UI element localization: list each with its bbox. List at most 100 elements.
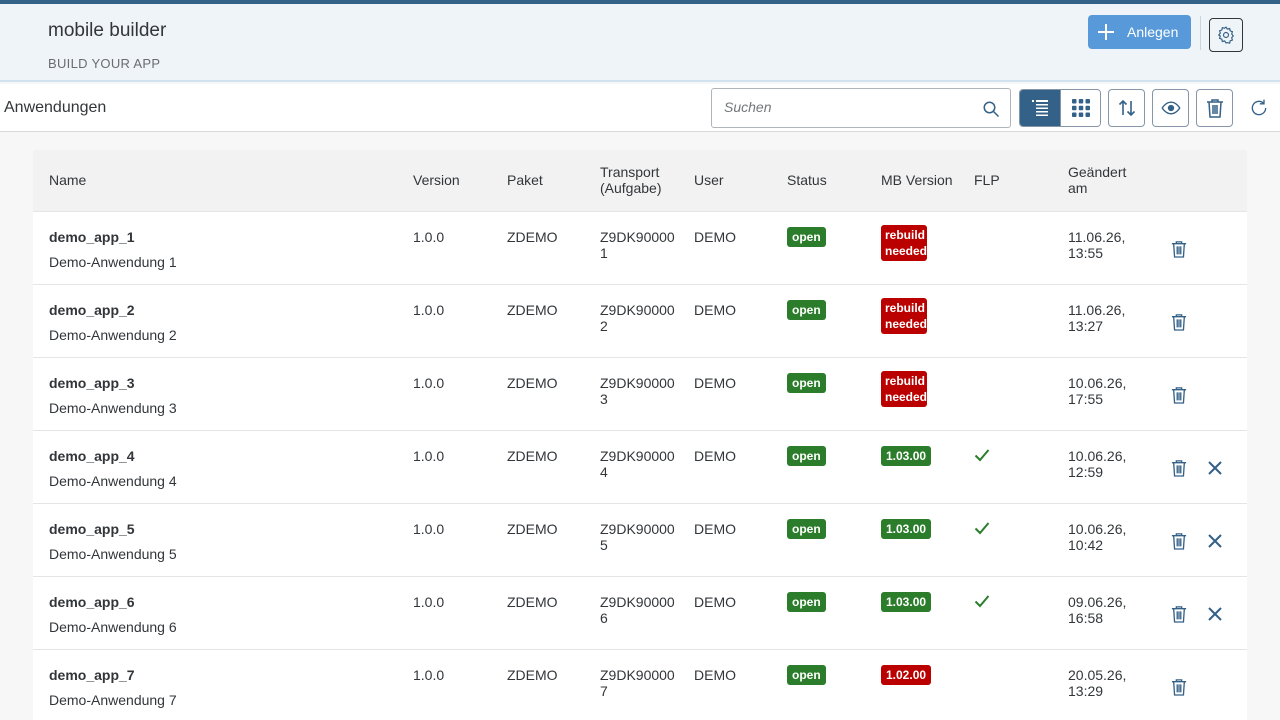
app-name-cell: demo_app_3 Demo-Anwendung 3 (49, 375, 177, 416)
app-name: demo_app_3 (49, 375, 135, 391)
app-version: 1.0.0 (413, 229, 445, 245)
app-transport: Z9DK900003 (600, 375, 675, 407)
remove-row-icon[interactable] (1205, 458, 1225, 478)
app-subtitle: BUILD YOUR APP (48, 56, 161, 71)
app-changed-date: 10.06.26, 17:55 (1068, 375, 1127, 407)
app-package: ZDEMO (507, 594, 558, 610)
app-transport: Z9DK900004 (600, 448, 675, 480)
mb-version-badge: rebuild needed (881, 225, 927, 261)
mb-version-badge: 1.03.00 (881, 592, 932, 612)
delete-row-icon[interactable] (1169, 312, 1189, 332)
eye-icon (1160, 101, 1181, 115)
status-badge: open (787, 446, 826, 466)
delete-row-icon[interactable] (1169, 385, 1189, 405)
sort-icon (1118, 99, 1135, 117)
refresh-button[interactable] (1240, 89, 1277, 127)
app-transport: Z9DK900007 (600, 667, 675, 699)
app-package: ZDEMO (507, 375, 558, 391)
app-version: 1.0.0 (413, 302, 445, 318)
visibility-button[interactable] (1152, 89, 1189, 127)
table-row[interactable]: demo_app_4 Demo-Anwendung 4 1.0.0 ZDEMO Z9DK… (33, 431, 1247, 504)
app-changed-date: 09.06.26, 16:58 (1068, 594, 1127, 626)
table-row[interactable]: demo_app_7 Demo-Anwendung 7 1.0.0 ZDEMO Z9DK… (33, 650, 1247, 720)
app-name-cell: demo_app_5 Demo-Anwendung 5 (49, 521, 177, 562)
app-name: demo_app_7 (49, 667, 135, 683)
status-badge: open (787, 373, 826, 393)
delete-selected-button[interactable] (1196, 89, 1233, 127)
list-view-button[interactable] (1020, 90, 1060, 126)
app-description: Demo-Anwendung 7 (49, 692, 177, 708)
app-changed-date: 11.06.26, 13:55 (1068, 229, 1126, 261)
table-row[interactable]: demo_app_2 Demo-Anwendung 2 1.0.0 ZDEMO Z9DK… (33, 285, 1247, 358)
flp-check-icon (974, 521, 990, 540)
table-row[interactable]: demo_app_5 Demo-Anwendung 5 1.0.0 ZDEMO Z9DK… (33, 504, 1247, 577)
app-package: ZDEMO (507, 667, 558, 683)
app-user: DEMO (694, 521, 736, 537)
view-switch (1019, 89, 1101, 127)
column-header-mb-version[interactable]: MB Version (881, 172, 953, 188)
app-name-cell: demo_app_4 Demo-Anwendung 4 (49, 448, 177, 489)
app-name: demo_app_2 (49, 302, 135, 318)
search-input[interactable] (724, 99, 964, 115)
settings-button[interactable] (1209, 18, 1243, 52)
app-description: Demo-Anwendung 4 (49, 473, 177, 489)
table-row[interactable]: demo_app_6 Demo-Anwendung 6 1.0.0 ZDEMO Z9DK… (33, 577, 1247, 650)
applications-table: Name Version Paket Transport (Aufgabe) U… (33, 150, 1247, 720)
tile-view-button[interactable] (1060, 90, 1100, 126)
app-description: Demo-Anwendung 5 (49, 546, 177, 562)
app-name-cell: demo_app_2 Demo-Anwendung 2 (49, 302, 177, 343)
column-header-transport[interactable]: Transport (Aufgabe) (600, 164, 680, 196)
app-user: DEMO (694, 448, 736, 464)
app-version: 1.0.0 (413, 594, 445, 610)
column-header-name[interactable]: Name (49, 172, 86, 188)
status-badge: open (787, 300, 826, 320)
search-field[interactable] (711, 88, 1011, 128)
table-row[interactable]: demo_app_1 Demo-Anwendung 1 1.0.0 ZDEMO Z9DK… (33, 212, 1247, 285)
mb-version-badge: 1.02.00 (881, 665, 932, 685)
refresh-icon (1251, 99, 1266, 116)
table-row[interactable]: demo_app_3 Demo-Anwendung 3 1.0.0 ZDEMO Z9DK… (33, 358, 1247, 431)
app-name-cell: demo_app_1 Demo-Anwendung 1 (49, 229, 177, 270)
mb-version-badge: 1.03.00 (881, 446, 932, 466)
column-header-package[interactable]: Paket (507, 172, 543, 188)
app-changed-date: 10.06.26, 10:42 (1068, 521, 1127, 553)
app-user: DEMO (694, 375, 736, 391)
app-description: Demo-Anwendung 3 (49, 400, 177, 416)
app-changed-date: 11.06.26, 13:27 (1068, 302, 1126, 334)
app-version: 1.0.0 (413, 448, 445, 464)
app-description: Demo-Anwendung 6 (49, 619, 177, 635)
column-header-changed[interactable]: Geändert am (1068, 164, 1138, 196)
remove-row-icon[interactable] (1205, 604, 1225, 624)
column-header-version[interactable]: Version (413, 172, 460, 188)
app-user: DEMO (694, 667, 736, 683)
app-user: DEMO (694, 302, 736, 318)
column-header-status[interactable]: Status (787, 172, 827, 188)
app-description: Demo-Anwendung 2 (49, 327, 177, 343)
column-header-user[interactable]: User (694, 172, 724, 188)
app-user: DEMO (694, 229, 736, 245)
delete-row-icon[interactable] (1169, 604, 1189, 624)
app-name: demo_app_6 (49, 594, 135, 610)
list-icon (1032, 100, 1048, 116)
sort-button[interactable] (1108, 89, 1145, 127)
app-name: demo_app_4 (49, 448, 135, 464)
trash-icon (1206, 99, 1223, 118)
remove-row-icon[interactable] (1205, 531, 1225, 551)
flp-check-icon (974, 448, 990, 467)
app-description: Demo-Anwendung 1 (49, 254, 177, 270)
app-changed-date: 20.05.26, 13:29 (1068, 667, 1127, 699)
app-version: 1.0.0 (413, 375, 445, 391)
search-icon[interactable] (982, 100, 1000, 118)
app-user: DEMO (694, 594, 736, 610)
app-version: 1.0.0 (413, 667, 445, 683)
delete-row-icon[interactable] (1169, 239, 1189, 259)
table-header: Name Version Paket Transport (Aufgabe) U… (33, 150, 1247, 212)
plus-icon (1098, 24, 1114, 40)
status-badge: open (787, 665, 826, 685)
delete-row-icon[interactable] (1169, 531, 1189, 551)
column-header-flp[interactable]: FLP (974, 172, 1000, 188)
delete-row-icon[interactable] (1169, 677, 1189, 697)
create-button[interactable]: Anlegen (1088, 15, 1191, 49)
app-name: demo_app_5 (49, 521, 135, 537)
delete-row-icon[interactable] (1169, 458, 1189, 478)
